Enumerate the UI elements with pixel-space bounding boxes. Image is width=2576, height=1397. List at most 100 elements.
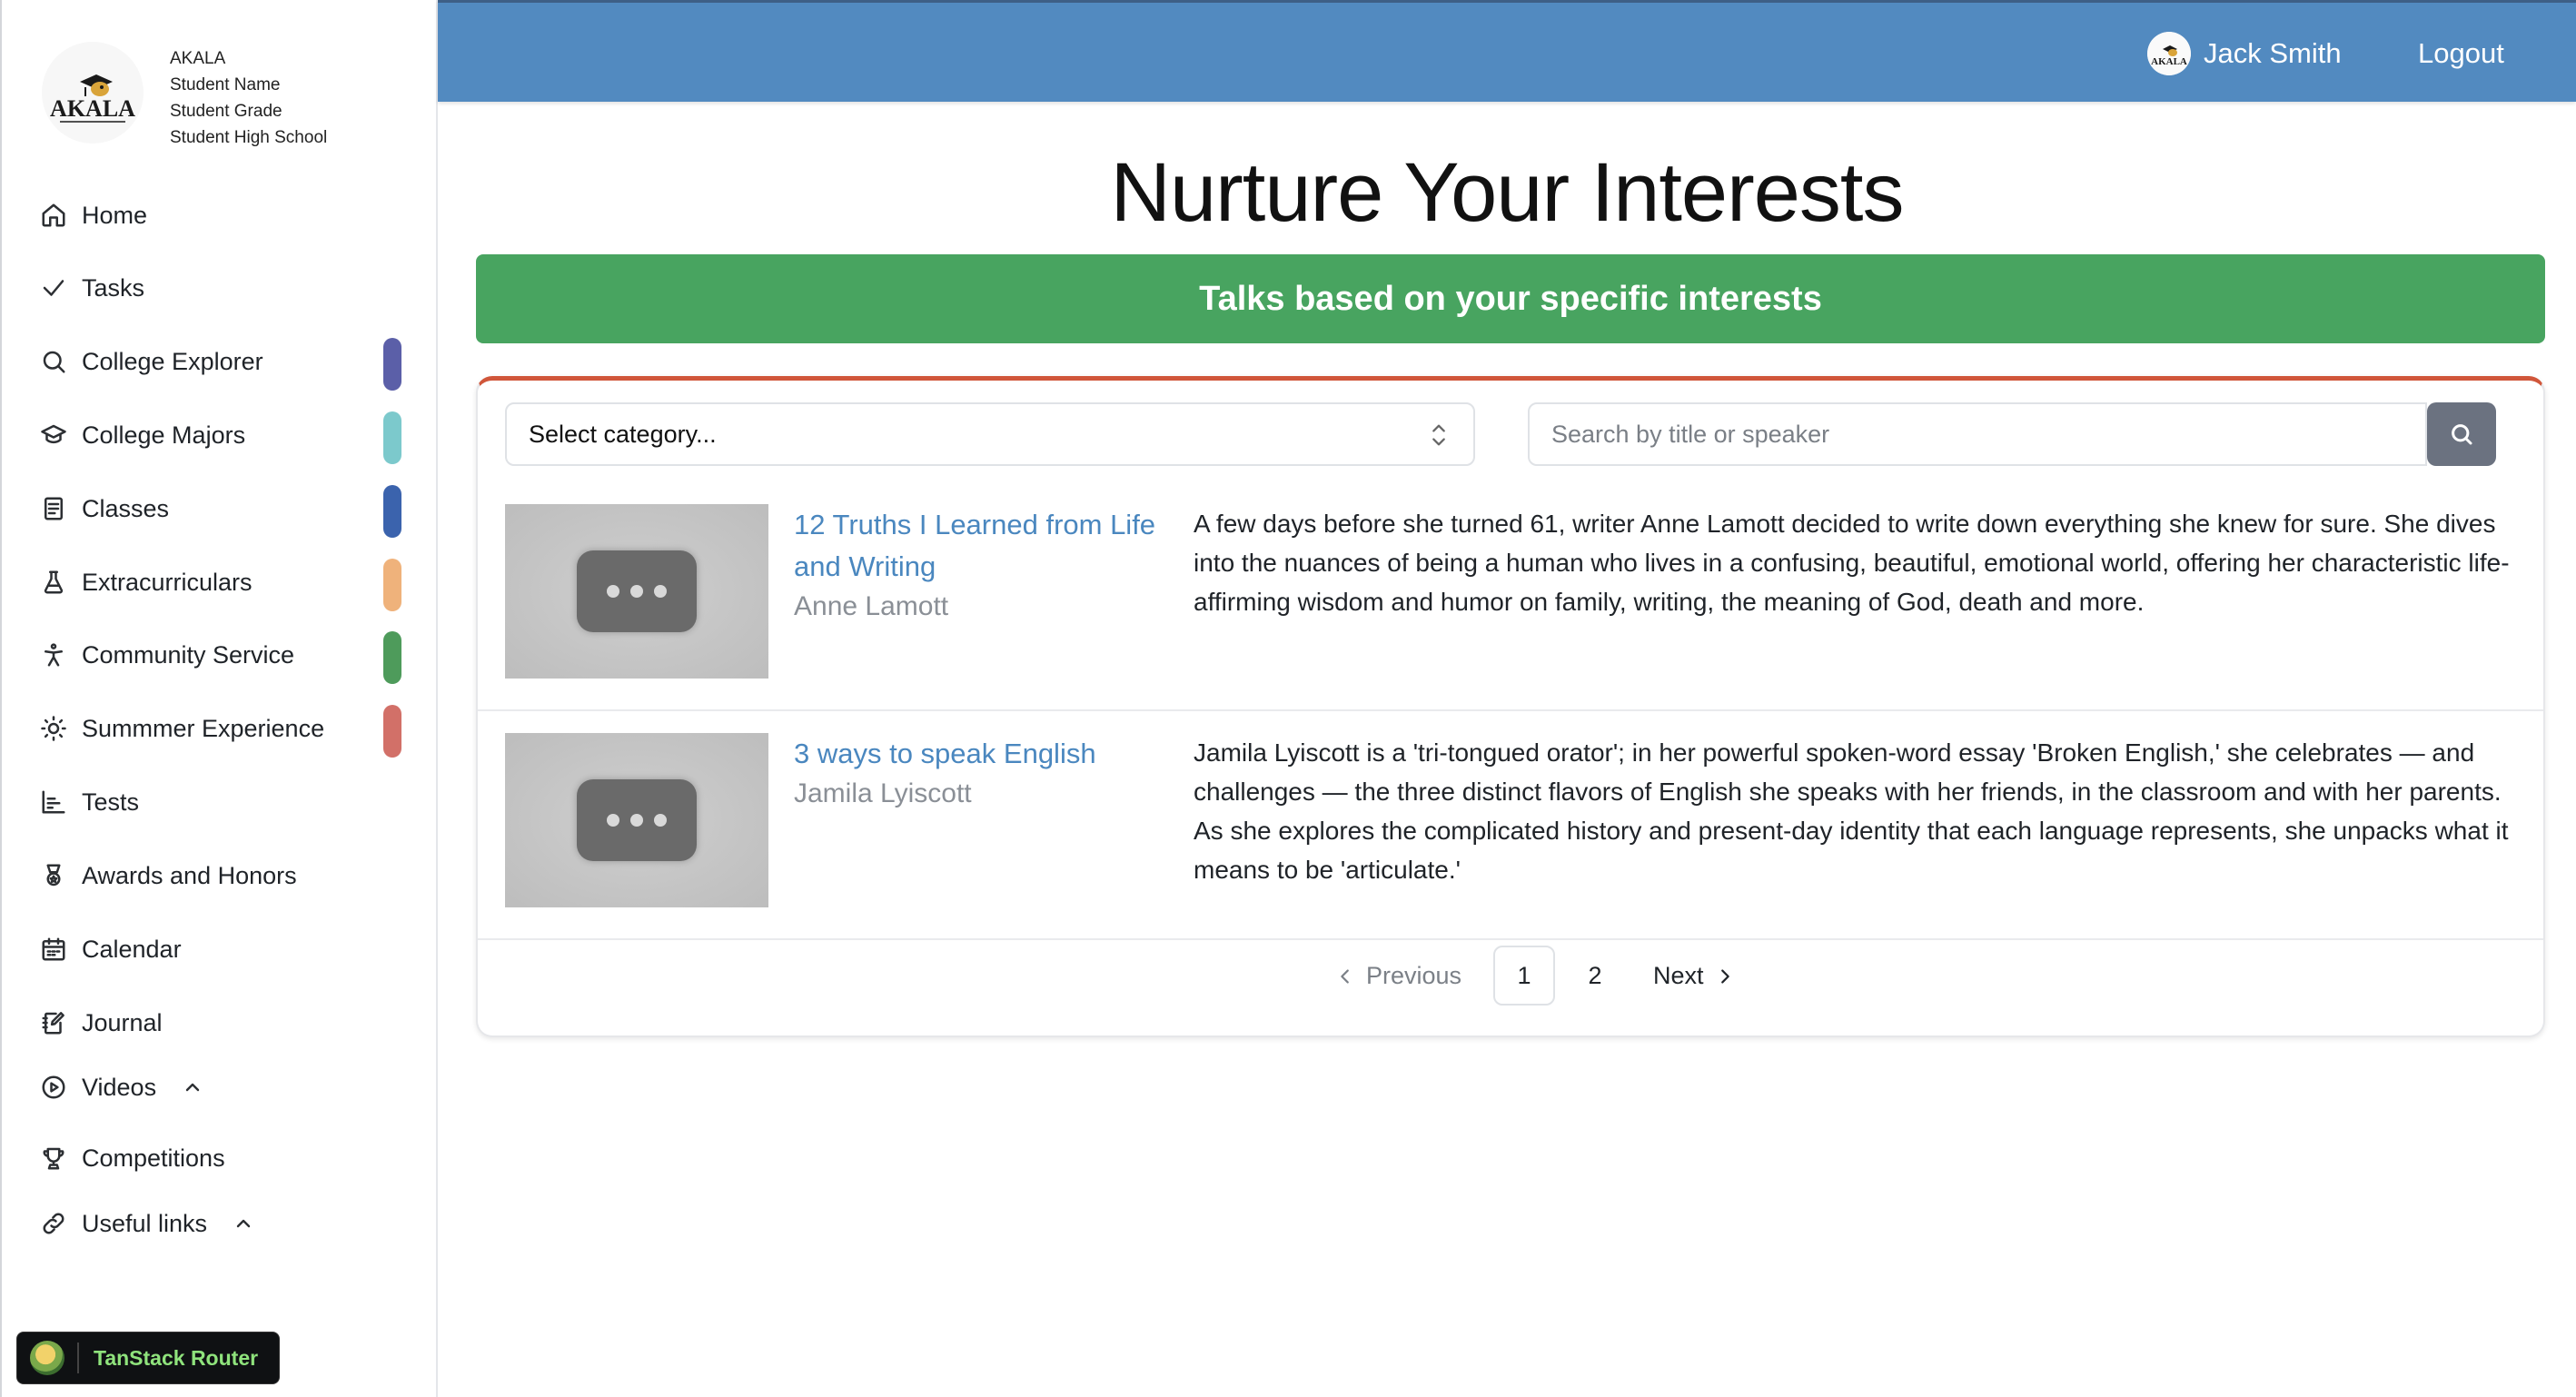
chevron-right-icon [1720, 968, 1729, 984]
tanstack-label: TanStack Router [94, 1345, 259, 1370]
sidebar-item-useful-links[interactable]: Useful links [38, 1196, 401, 1251]
category-select-value: Select category... [529, 420, 717, 448]
talk-title-link[interactable]: 12 Truths I Learned from Life and Writin… [794, 504, 1157, 588]
chevron-up-icon[interactable] [182, 1076, 203, 1098]
video-thumbnail[interactable] [505, 504, 768, 679]
banner-text: Talks based on your specific interests [1199, 279, 1822, 318]
logout-link[interactable]: Logout [2418, 37, 2504, 70]
sidebar-item-label: Home [82, 201, 148, 229]
sidebar-item-awards-and-honors[interactable]: Awards and Honors [38, 848, 401, 903]
award-icon [38, 860, 69, 891]
previous-page-button[interactable]: Previous [1335, 962, 1461, 990]
akala-logo[interactable]: AKALA [42, 42, 144, 144]
list-item: 3 ways to speak English Jamila Lyiscott … [478, 733, 2543, 960]
sidebar-item-college-explorer[interactable]: College Explorer [38, 334, 401, 391]
search-button[interactable] [2427, 402, 2496, 466]
sidebar-item-summer-experience[interactable]: Summmer Experience [38, 701, 401, 758]
svg-text:AKALA: AKALA [50, 95, 135, 122]
sidebar-item-home[interactable]: Home [38, 188, 401, 243]
color-indicator [383, 705, 401, 758]
search-icon [2452, 424, 2472, 445]
sun-icon [38, 713, 69, 744]
sidebar-item-label: Classes [82, 494, 170, 522]
talk-title-link[interactable]: 3 ways to speak English [794, 733, 1157, 775]
tanstack-logo-icon [30, 1341, 64, 1375]
sidebar-item-label: Community Service [82, 640, 295, 669]
graduation-cap-logo-icon: AKALA [2147, 32, 2191, 75]
divider [478, 709, 2543, 711]
pagination: Previous 1 2 Next [478, 944, 2543, 1016]
link-icon [38, 1208, 69, 1239]
chevron-up-icon[interactable] [233, 1213, 254, 1234]
next-label: Next [1653, 962, 1704, 989]
sidebar-item-label: Journal [82, 1008, 163, 1036]
divider [77, 1343, 79, 1373]
user-name: Jack Smith [2204, 37, 2342, 69]
sidebar-item-tests[interactable]: Tests [38, 775, 401, 829]
color-indicator [383, 559, 401, 611]
svg-text:AKALA: AKALA [2151, 56, 2187, 67]
sidebar-item-extracurriculars[interactable]: Extracurriculars [38, 555, 401, 611]
graduation-cap-logo-icon: AKALA [43, 43, 143, 143]
student-info: AKALA Student Name Student Grade Student… [170, 45, 327, 151]
talk-speaker: Jamila Lyiscott [794, 778, 972, 808]
color-indicator [383, 631, 401, 684]
talk-speaker: Anne Lamott [794, 591, 949, 621]
sidebar-item-calendar[interactable]: Calendar [38, 922, 401, 976]
color-indicator [383, 411, 401, 464]
page-1-button[interactable]: 1 [1493, 946, 1555, 1006]
search-icon [38, 346, 69, 377]
check-icon [38, 272, 69, 303]
category-select[interactable]: Select category... [505, 402, 1475, 466]
sidebar-item-label: Summmer Experience [82, 714, 325, 742]
student-school: Student High School [170, 128, 328, 147]
sidebar-item-label: College Explorer [82, 347, 263, 375]
sidebar-item-label: Tests [82, 788, 140, 816]
brand-name: AKALA [170, 49, 226, 68]
user-menu[interactable]: AKALA Jack Smith [2147, 32, 2342, 75]
student-grade: Student Grade [170, 102, 282, 121]
video-thumbnail[interactable] [505, 733, 768, 907]
page-title: Nurture Your Interests [1110, 146, 1905, 239]
sidebar-item-tasks[interactable]: Tasks [38, 261, 401, 315]
color-indicator [383, 338, 401, 391]
chevron-up-down-icon [1426, 421, 1451, 450]
sidebar-item-label: Useful links [82, 1209, 208, 1237]
more-icon [577, 550, 697, 632]
more-icon [577, 779, 697, 861]
talks-card: Select category... 12 Truths I Learned f… [476, 376, 2545, 1037]
sidebar-item-label: Tasks [82, 273, 145, 302]
talk-description: A few days before she turned 61, writer … [1194, 510, 2510, 616]
sidebar-item-label: Awards and Honors [82, 861, 297, 889]
next-page-button[interactable]: Next [1653, 962, 1735, 990]
previous-label: Previous [1366, 962, 1462, 989]
chart-icon [38, 787, 69, 817]
student-name: Student Name [170, 75, 281, 94]
notebook-icon [38, 493, 69, 524]
sidebar-item-label: College Majors [82, 421, 246, 449]
sidebar-item-journal[interactable]: Journal [38, 996, 401, 1050]
sidebar-item-classes[interactable]: Classes [38, 481, 401, 538]
accessibility-icon [38, 639, 69, 670]
sidebar-item-label: Videos [82, 1073, 157, 1101]
tanstack-router-devtools-button[interactable]: TanStack Router [16, 1332, 280, 1384]
sidebar-item-college-majors[interactable]: College Majors [38, 408, 401, 464]
sidebar-item-competitions[interactable]: Competitions [38, 1131, 401, 1185]
sidebar-item-videos[interactable]: Videos [38, 1060, 401, 1115]
calendar-icon [38, 934, 69, 965]
top-navbar: AKALA Jack Smith Logout [438, 0, 2576, 102]
color-indicator [383, 485, 401, 538]
trophy-icon [38, 1143, 69, 1174]
talk-description: Jamila Lyiscott is a 'tri-tongued orator… [1194, 738, 2509, 884]
avatar: AKALA [2147, 32, 2191, 75]
page-2-button[interactable]: 2 [1564, 946, 1626, 1006]
list-item: 12 Truths I Learned from Life and Writin… [478, 504, 2543, 731]
sidebar-item-label: Competitions [82, 1144, 225, 1172]
divider [478, 938, 2543, 940]
flask-icon [38, 567, 69, 598]
sidebar-item-label: Extracurriculars [82, 568, 253, 596]
home-icon [38, 200, 69, 231]
sidebar-item-community-service[interactable]: Community Service [38, 628, 401, 684]
search-input[interactable] [1528, 402, 2427, 466]
play-icon [38, 1072, 69, 1103]
